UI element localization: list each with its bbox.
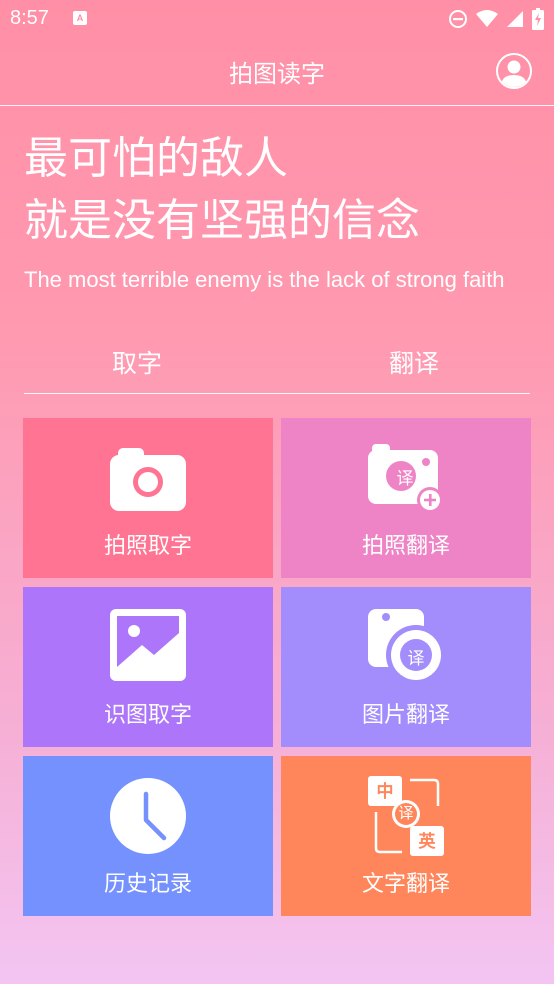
- translate-glyph: 译: [398, 804, 414, 822]
- history-label: 历史记录: [103, 872, 192, 897]
- app-bar: 拍图读字: [0, 38, 554, 106]
- mode-tabs: 取字 翻译: [24, 336, 530, 394]
- image-translate-button[interactable]: 译 图片翻译: [281, 587, 531, 747]
- tab-extract-text[interactable]: 取字: [24, 336, 277, 393]
- camera-icon: [110, 448, 186, 511]
- user-icon: [501, 60, 527, 87]
- translate-glyph: 译: [396, 469, 414, 489]
- tab-translate-label: 翻译: [389, 349, 440, 378]
- signal-icon: [507, 11, 523, 27]
- notification-icon: A: [73, 11, 87, 25]
- battery-icon: [532, 8, 544, 30]
- quote-cn-line-2: 就是没有坚强的信念: [24, 195, 420, 246]
- text-translate-button[interactable]: 中 译 英 文字翻译: [281, 756, 531, 916]
- photo-translate-label: 拍照翻译: [361, 534, 450, 559]
- chinese-glyph: 中: [376, 782, 394, 802]
- history-button[interactable]: 历史记录: [23, 756, 273, 916]
- do-not-disturb-icon: [449, 10, 467, 28]
- status-icons: [448, 7, 544, 31]
- image-extract-text-button[interactable]: 识图取字: [23, 587, 273, 747]
- quote-english: The most terrible enemy is the lack of s…: [24, 267, 505, 292]
- user-profile-button[interactable]: [496, 53, 532, 89]
- photo-extract-text-label: 拍照取字: [103, 534, 192, 559]
- feature-grid: 拍照取字 译 拍照翻译 识图取字 译 图片翻译 历史记录 中 译 英 文字翻译: [23, 418, 531, 916]
- text-translate-label: 文字翻译: [361, 872, 450, 897]
- quote-cn-line-1: 最可怕的敌人: [24, 133, 288, 184]
- image-icon: [110, 609, 186, 681]
- wifi-icon: [476, 10, 498, 27]
- photo-translate-button[interactable]: 译 拍照翻译: [281, 418, 531, 578]
- image-extract-text-label: 识图取字: [103, 703, 192, 728]
- tab-extract-text-label: 取字: [112, 349, 163, 378]
- status-time: 8:57: [10, 7, 49, 29]
- photo-extract-text-button[interactable]: 拍照取字: [23, 418, 273, 578]
- english-glyph: 英: [418, 832, 436, 852]
- status-bar: 8:57 A: [0, 0, 554, 38]
- app-title: 拍图读字: [229, 60, 325, 88]
- clock-icon: [110, 778, 186, 854]
- image-translate-label: 图片翻译: [361, 703, 450, 728]
- quote-chinese: 最可怕的敌人 就是没有坚强的信念: [24, 128, 420, 252]
- translate-glyph: 译: [407, 649, 425, 669]
- tab-translate[interactable]: 翻译: [277, 336, 530, 393]
